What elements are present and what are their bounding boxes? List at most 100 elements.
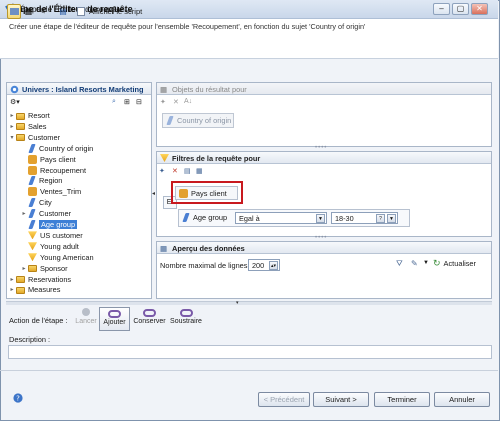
show-script-button[interactable]: Afficher le script	[74, 4, 154, 19]
universe-search-button[interactable]: ⌕	[112, 98, 116, 106]
spinner-icon[interactable]: ▴▾	[269, 261, 278, 270]
expand-toggle-icon[interactable]: ▸	[8, 123, 16, 130]
tree-item[interactable]: Ventes_Trim	[20, 186, 81, 197]
tree-item[interactable]: City	[20, 197, 52, 208]
toolbar-tag-button[interactable]: ✎	[36, 4, 49, 19]
chevron-down-icon[interactable]: ▼	[387, 214, 396, 223]
layout-icon	[9, 8, 19, 15]
tree-item[interactable]: ▸ Sponsor	[20, 263, 68, 274]
tree-item-label: Region	[39, 176, 63, 186]
dimension-icon	[182, 213, 190, 222]
tree-item-label: Recoupement	[40, 165, 87, 175]
toolbar-grid-button[interactable]: ▦	[22, 4, 35, 19]
previous-button[interactable]: < Précédent	[258, 392, 310, 407]
help-icon[interactable]: ?	[13, 393, 23, 403]
tree-item-label: Customer	[39, 209, 72, 219]
preview-menu-button[interactable]: ▼	[423, 260, 429, 266]
refresh-button[interactable]: ↻ Actualiser	[433, 258, 476, 269]
filter-value-input[interactable]: 18-30 ? ▼	[331, 212, 398, 224]
folder-icon	[16, 134, 25, 142]
filter-options-button[interactable]: ▦	[196, 167, 203, 175]
tree-item[interactable]: ▸ Sales	[8, 121, 46, 132]
launch-icon	[82, 308, 90, 316]
step-keep-button[interactable]: Conserver	[132, 308, 167, 330]
result-sort-button[interactable]: A↓	[184, 98, 192, 105]
show-script-label: Afficher le script	[89, 7, 143, 16]
tree-item[interactable]: Pays client	[20, 154, 76, 165]
expand-toggle-icon[interactable]: ▾	[8, 134, 16, 141]
tree-item[interactable]: US customer	[20, 230, 83, 241]
step-add-button[interactable]: Ajouter	[99, 307, 130, 331]
universe-icon	[10, 85, 19, 94]
refresh-label: Actualiser	[443, 259, 476, 268]
bottom-splitter[interactable]	[6, 301, 492, 305]
expand-toggle-icon[interactable]: ▸	[8, 112, 16, 119]
step-subtract-button[interactable]: Soustraire	[168, 308, 204, 330]
preview-settings-button[interactable]: ✎	[411, 259, 418, 268]
universe-title: Univers : Island Resorts Marketing	[22, 85, 144, 94]
close-button[interactable]: ✕	[471, 3, 488, 15]
finish-button[interactable]: Terminer	[374, 392, 430, 407]
preview-icon: ▦	[160, 244, 167, 253]
grid-icon: ▦	[24, 7, 33, 16]
expand-toggle-icon[interactable]: ▸	[8, 276, 16, 283]
prompt-icon[interactable]: ?	[376, 214, 385, 223]
dimension-icon	[28, 209, 36, 219]
description-input[interactable]	[8, 345, 492, 359]
tree-item[interactable]: Young American	[20, 252, 94, 263]
step-launch-button[interactable]: Lancer	[72, 308, 100, 330]
tree-item-label: Resort	[28, 111, 50, 120]
universe-options-button[interactable]: ⚙▾	[10, 98, 20, 106]
tree-item-label: Ventes_Trim	[40, 187, 82, 197]
max-rows-input[interactable]: 200 ▴▾	[248, 259, 280, 271]
tree-item[interactable]: Country of origin	[20, 143, 93, 154]
expand-all-button[interactable]: ⊞	[124, 98, 130, 106]
filter-delete-button[interactable]: ✕	[172, 167, 178, 175]
tree-item-label: US customer	[40, 230, 83, 240]
operator-select[interactable]: Egal à ▼	[235, 212, 327, 224]
toolbar-properties-button[interactable]: ▤	[56, 4, 70, 19]
page-subtitle: Créer une étape de l'éditeur de requête …	[9, 22, 366, 31]
tree-item-label: City	[39, 198, 52, 208]
result-remove-button[interactable]: ✦	[160, 98, 166, 106]
options-icon: ▦	[196, 168, 203, 175]
expand-toggle-icon[interactable]: ▸	[8, 286, 16, 293]
tree-item[interactable]: Recoupement	[20, 165, 86, 176]
tree-item[interactable]: Age group	[20, 219, 78, 230]
filter-chip-pays-client[interactable]: Pays client	[175, 186, 238, 200]
expand-toggle-icon[interactable]: ▸	[20, 265, 28, 272]
close-icon: ✕	[476, 4, 483, 13]
maximize-button[interactable]: ▢	[452, 3, 469, 15]
measure-icon	[28, 231, 37, 240]
tree-item[interactable]: ▸ Reservations	[8, 274, 71, 285]
result-delete-button[interactable]: ✕	[173, 98, 179, 106]
filter-add-button[interactable]: ✦	[159, 167, 165, 175]
filter-group-button[interactable]: ▤	[184, 167, 191, 175]
arrow-left-icon: ◂	[152, 191, 156, 197]
toolbar-view-button[interactable]	[7, 4, 21, 19]
panel-collapse-arrow[interactable]: ◂	[152, 190, 155, 197]
minimize-icon: –	[439, 4, 444, 13]
filter-add-icon: ✦	[159, 168, 165, 175]
preview-filter-button[interactable]: ⛛	[396, 259, 403, 269]
filter-condition-object[interactable]: Age group	[182, 213, 227, 222]
next-button[interactable]: Suivant >	[313, 392, 369, 407]
tree-item[interactable]: ▸ Measures	[8, 284, 60, 295]
cancel-button[interactable]: Annuler	[434, 392, 490, 407]
minimize-button[interactable]: –	[433, 3, 450, 15]
tree-item[interactable]: ▸ Resort	[8, 110, 50, 121]
remove-object-icon: ✦	[160, 99, 166, 106]
collapse-all-button[interactable]: ⊟	[136, 98, 142, 106]
launch-label: Lancer	[75, 318, 97, 325]
result-object-chip[interactable]: Country of origin	[162, 113, 234, 128]
tree-item[interactable]: Young adult	[20, 241, 79, 252]
tree-item-label: Sponsor	[40, 263, 68, 273]
tree-item[interactable]: ▾ Customer	[8, 132, 60, 143]
tree-item[interactable]: ▸ Customer	[20, 208, 71, 219]
expand-toggle-icon[interactable]: ▸	[20, 210, 28, 217]
properties-icon: ▤	[59, 7, 67, 16]
splitter-arrow-icon: ▾	[236, 300, 239, 306]
tree-item[interactable]: Region	[20, 175, 62, 186]
dimension-icon	[28, 176, 36, 186]
query-filter-icon	[28, 187, 37, 197]
